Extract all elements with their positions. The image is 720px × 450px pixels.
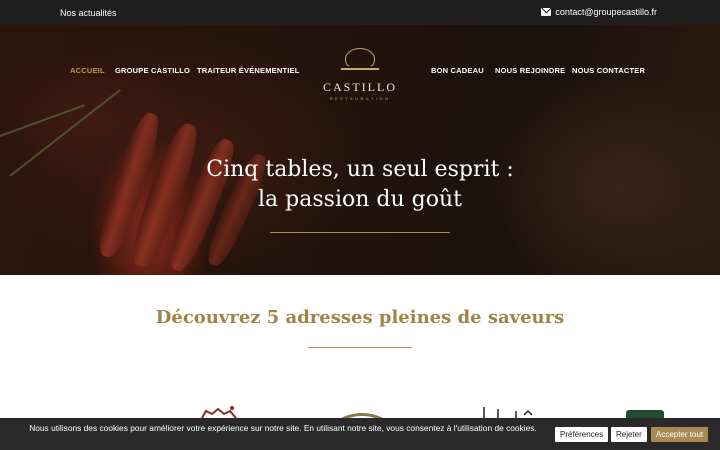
cookie-accept-button[interactable]: Accepter tout — [651, 427, 709, 442]
nav-groupe-castillo[interactable]: GROUPE CASTILLO — [115, 66, 190, 75]
logo-crest-icon — [337, 44, 383, 74]
restaurant-logo-1[interactable] — [198, 405, 242, 419]
logo-tagline: RESTAURATION — [329, 96, 391, 101]
cookie-preferences-button[interactable]: Préférences — [555, 427, 609, 442]
hero-title-line1: Cinq tables, un seul esprit : — [206, 157, 514, 182]
news-link[interactable]: Nos actualités — [60, 8, 117, 18]
castillo-logo[interactable]: CASTILLO RESTAURATION — [310, 44, 410, 101]
nav-nous-rejoindre[interactable]: NOUS REJOINDRE — [495, 66, 565, 75]
hero-title-line2: la passion du goût — [258, 187, 462, 212]
section-divider — [308, 347, 412, 348]
hero-banner: ACCUEIL GROUPE CASTILLO TRAITEUR ÉVÉNEME… — [0, 25, 720, 275]
hero-divider — [270, 232, 450, 233]
envelope-icon — [541, 8, 552, 16]
cookie-message: Nous utilisons des cookies pour améliore… — [29, 423, 537, 433]
nav-nous-contacter[interactable]: NOUS CONTACTER — [572, 66, 645, 75]
contact-email-link[interactable]: contact@groupecastillo.fr — [541, 7, 657, 17]
nav-accueil[interactable]: ACCUEIL — [70, 66, 105, 75]
nav-bon-cadeau[interactable]: BON CADEAU — [431, 66, 484, 75]
restaurant-logo-3[interactable] — [476, 405, 536, 419]
hero-photo-herb — [0, 104, 85, 137]
hero-title: Cinq tables, un seul esprit : la passion… — [0, 155, 720, 215]
nav-traiteur-evenementiel[interactable]: TRAITEUR ÉVÉNEMENTIEL — [197, 66, 300, 75]
section-title: Découvrez 5 adresses pleines de saveurs — [155, 307, 565, 328]
cookie-reject-button[interactable]: Rejeter — [611, 427, 647, 442]
contact-email: contact@groupecastillo.fr — [555, 7, 657, 17]
cookie-banner: Nous utilisons des cookies pour améliore… — [0, 418, 720, 450]
top-bar: Nos actualités contact@groupecastillo.fr — [0, 0, 720, 25]
logo-name: CASTILLO — [323, 80, 397, 94]
